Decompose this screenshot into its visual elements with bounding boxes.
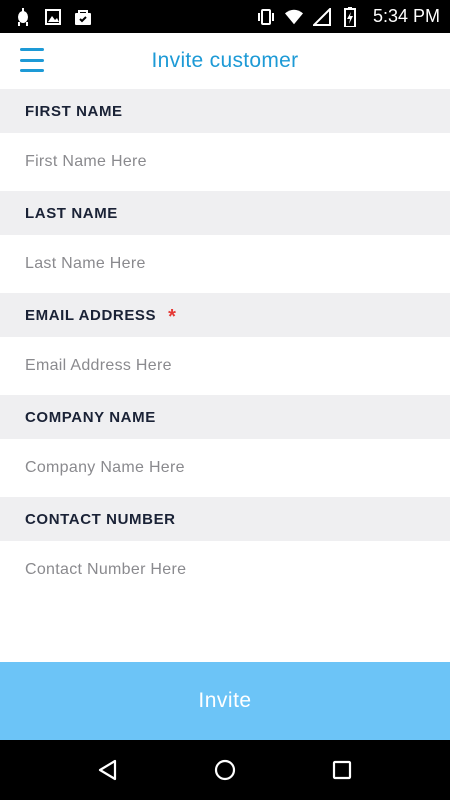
status-time: 5:34 PM [372, 6, 440, 26]
android-debug-icon [14, 7, 32, 26]
first-name-input[interactable] [0, 133, 450, 191]
hamburger-menu-icon[interactable] [20, 48, 48, 72]
contact-number-label-text: CONTACT NUMBER [25, 510, 176, 528]
bag-icon [74, 8, 92, 26]
first-name-label: FIRST NAME [0, 89, 450, 133]
vibrate-icon [257, 8, 275, 26]
last-name-label: LAST NAME [0, 191, 450, 235]
company-name-label: COMPANY NAME [0, 395, 450, 439]
battery-charging-icon [341, 6, 359, 27]
company-name-label-text: COMPANY NAME [25, 408, 156, 426]
status-right-icons: 5:34 PM [257, 6, 440, 27]
page-title: Invite customer [151, 49, 299, 72]
image-icon [44, 8, 62, 26]
app-bar: Invite customer [0, 33, 450, 89]
invite-customer-screen: 5:34 PM Invite customer FIRST NAME LAST … [0, 0, 450, 800]
invite-form: FIRST NAME LAST NAME EMAIL ADDRESS * COM… [0, 89, 450, 599]
first-name-label-text: FIRST NAME [25, 102, 123, 120]
wifi-icon [284, 8, 303, 26]
system-nav-bar [0, 740, 450, 800]
recents-square-icon[interactable] [322, 750, 362, 790]
email-address-label: EMAIL ADDRESS * [0, 293, 450, 337]
last-name-input[interactable] [0, 235, 450, 293]
company-name-input[interactable] [0, 439, 450, 497]
back-triangle-icon[interactable] [88, 750, 128, 790]
invite-button[interactable]: Invite [0, 662, 450, 740]
home-circle-icon[interactable] [205, 750, 245, 790]
signal-icon [312, 7, 331, 26]
status-bar: 5:34 PM [0, 0, 450, 33]
last-name-label-text: LAST NAME [25, 204, 118, 222]
email-address-label-text: EMAIL ADDRESS [25, 306, 157, 324]
contact-number-label: CONTACT NUMBER [0, 497, 450, 541]
status-left-icons [14, 7, 92, 26]
required-indicator: * [168, 306, 177, 328]
contact-number-input[interactable] [0, 541, 450, 599]
email-address-input[interactable] [0, 337, 450, 395]
